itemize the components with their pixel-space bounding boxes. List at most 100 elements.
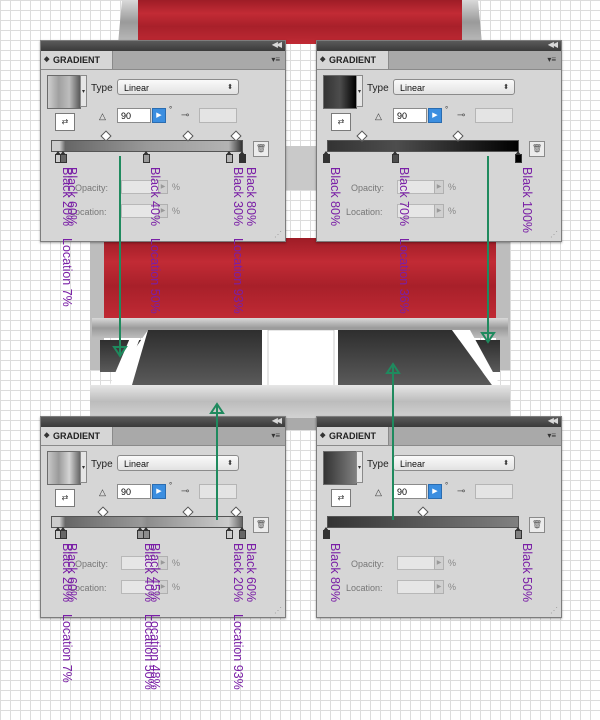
aspect-ratio-icon: ⊸ [457,486,466,497]
tab-gradient[interactable]: ◆ GRADIENT [41,427,113,445]
tab-arrows-icon[interactable]: ◆ [320,51,325,69]
type-label: Type [367,83,389,94]
location-dropdown[interactable]: ▶ [434,204,444,218]
opacity-dropdown[interactable]: ▶ [434,556,444,570]
delete-stop-icon[interactable]: 🗑 [529,141,545,157]
collapse-icon[interactable]: ◀◀ [548,416,558,425]
gradient-ramp[interactable] [327,140,519,152]
color-stop[interactable] [225,527,233,539]
panel-tabrow: ◆ GRADIENT ▾≡ [41,427,285,446]
angle-input[interactable]: 90 [117,108,151,123]
reverse-gradient-button[interactable]: ⇄ [55,489,75,507]
collapse-icon[interactable]: ◀◀ [272,416,282,425]
swatch-dropdown[interactable]: ▾ [80,75,87,107]
resize-grip-icon[interactable]: ⋰ [274,230,282,239]
color-stop[interactable] [143,151,150,163]
delete-stop-icon[interactable]: 🗑 [529,517,545,533]
panel-tabrow: ◆ GRADIENT ▾≡ [317,427,561,446]
reverse-gradient-button[interactable]: ⇄ [331,113,351,131]
tab-gradient[interactable]: ◆ GRADIENT [317,51,389,69]
opacity-input[interactable] [397,556,435,570]
color-stop[interactable] [239,151,246,163]
tab-label: GRADIENT [53,55,100,65]
angle-input[interactable]: 90 [393,108,427,123]
tab-label: GRADIENT [329,55,376,65]
resize-grip-icon[interactable]: ⋰ [550,230,558,239]
stop-location-label: Location 7% [59,614,74,683]
angle-input[interactable]: 90 [117,484,151,499]
resize-grip-icon[interactable]: ⋰ [274,606,282,615]
stop-label: Black 45% [148,543,162,603]
color-stop[interactable] [323,527,330,539]
collapse-icon[interactable]: ◀◀ [272,40,282,49]
type-select[interactable]: Linear ⬍ [393,455,515,471]
angle-dropdown[interactable]: ▶ [428,108,442,123]
stop-location-label: Location 93% [230,238,245,314]
reverse-gradient-button[interactable]: ⇄ [55,113,75,131]
angle-dropdown[interactable]: ▶ [152,484,166,499]
gradient-ramp[interactable] [327,516,519,528]
aspect-ratio-icon: ⊸ [457,110,466,121]
type-select[interactable]: Linear ⬍ [393,79,515,95]
aspect-ratio-input[interactable] [199,484,237,499]
aspect-ratio-input[interactable] [475,484,513,499]
delete-stop-icon[interactable]: 🗑 [253,517,269,533]
tab-gradient[interactable]: ◆ GRADIENT [317,427,389,445]
gradient-swatch[interactable] [47,451,81,485]
stop-location-label: Location 93% [230,614,245,690]
color-stop[interactable] [239,527,246,539]
aspect-ratio-icon: ⊸ [181,110,190,121]
panel-tabrow: ◆ GRADIENT ▾≡ [317,51,561,70]
opacity-percent: % [448,182,457,192]
color-stop[interactable] [515,151,522,163]
type-select[interactable]: Linear ⬍ [117,455,239,471]
panel-titlebar[interactable]: ◀◀ [317,40,561,51]
panel-titlebar[interactable]: ◀◀ [41,416,285,427]
resize-grip-icon[interactable]: ⋰ [550,606,558,615]
swatch-dropdown[interactable]: ▾ [80,451,87,483]
type-select[interactable]: Linear ⬍ [117,79,239,95]
color-stop[interactable] [60,151,68,163]
panel-menu-icon[interactable]: ▾≡ [271,427,280,445]
location-input[interactable] [397,580,435,594]
delete-stop-icon[interactable]: 🗑 [253,141,269,157]
stop-label: Black 70% [397,167,412,227]
tab-arrows-icon[interactable]: ◆ [44,51,49,69]
angle-dropdown[interactable]: ▶ [428,484,442,499]
aspect-ratio-input[interactable] [199,108,237,123]
location-dropdown[interactable]: ▶ [434,580,444,594]
tab-gradient[interactable]: ◆ GRADIENT [41,51,113,69]
degree-symbol: ° [445,481,449,490]
color-stop[interactable] [60,527,68,539]
opacity-percent: % [448,558,457,568]
panel-tabrow: ◆ GRADIENT ▾≡ [41,51,285,70]
stop-label: Black 60% [244,543,258,603]
color-stop[interactable] [392,151,400,163]
degree-symbol: ° [445,105,449,114]
swatch-dropdown[interactable]: ▾ [356,75,363,107]
angle-input[interactable]: 90 [393,484,427,499]
aspect-ratio-input[interactable] [475,108,513,123]
color-stop[interactable] [515,527,522,539]
color-stop[interactable] [225,151,233,163]
angle-dropdown[interactable]: ▶ [152,108,166,123]
panel-menu-icon[interactable]: ▾≡ [271,51,280,69]
opacity-label: Opacity: [75,183,109,193]
collapse-icon[interactable]: ◀◀ [548,40,558,49]
gradient-swatch[interactable] [323,451,357,485]
location-percent: % [448,206,457,216]
panel-menu-icon[interactable]: ▾≡ [547,427,556,445]
tab-arrows-icon[interactable]: ◆ [320,427,325,445]
opacity-dropdown[interactable]: ▶ [434,180,444,194]
panel-titlebar[interactable]: ◀◀ [317,416,561,427]
swatch-dropdown[interactable]: ▾ [356,451,363,483]
angle-icon: △ [375,111,382,121]
color-stop[interactable] [323,151,330,163]
gradient-swatch[interactable] [47,75,81,109]
panel-menu-icon[interactable]: ▾≡ [547,51,556,69]
tab-arrows-icon[interactable]: ◆ [44,427,49,445]
panel-titlebar[interactable]: ◀◀ [41,40,285,51]
gradient-swatch[interactable] [323,75,357,109]
reverse-gradient-button[interactable]: ⇄ [331,489,351,507]
color-stop[interactable] [143,527,150,539]
